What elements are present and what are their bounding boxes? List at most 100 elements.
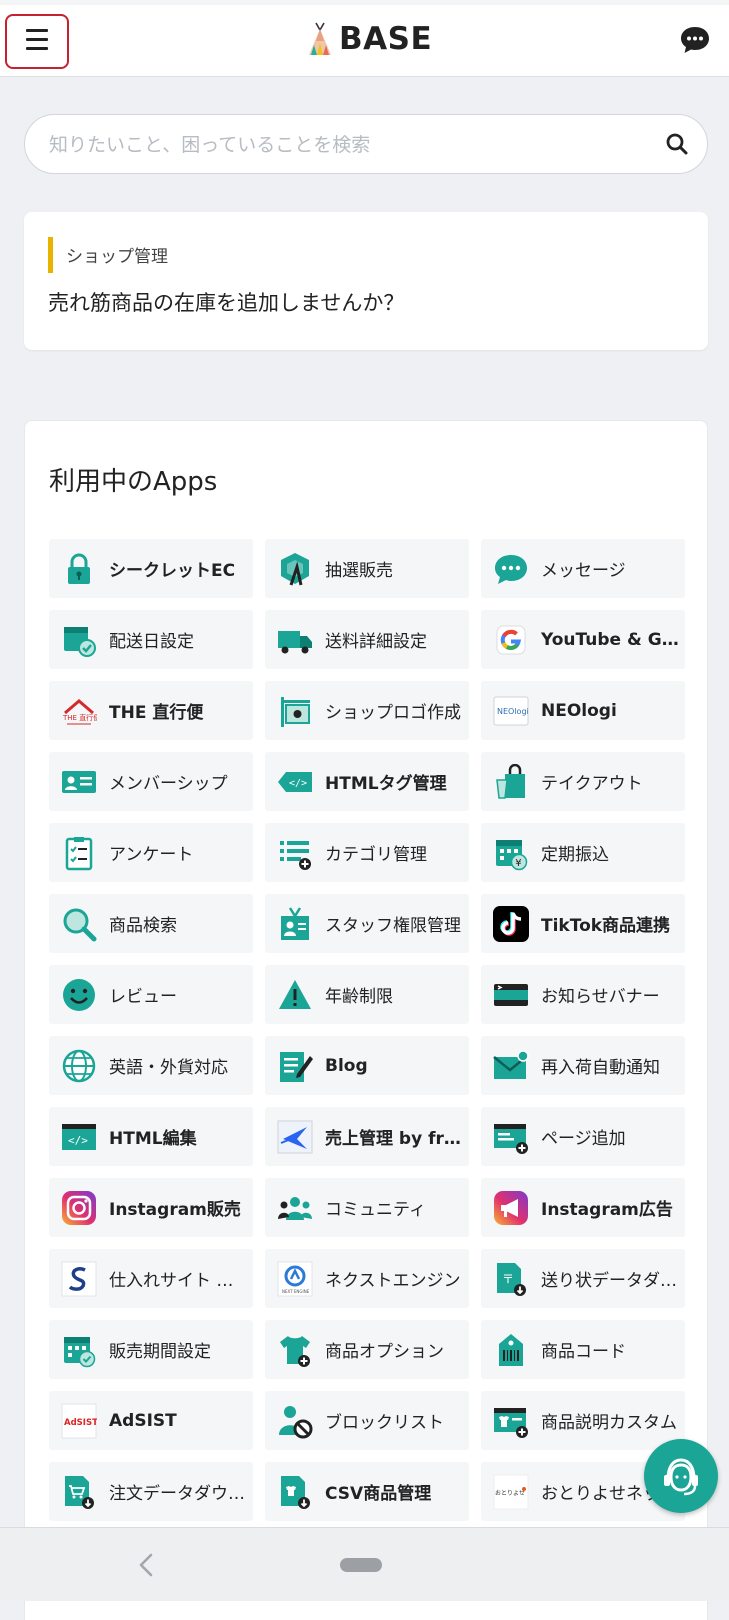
- app-tile[interactable]: ブロックリスト: [265, 1391, 469, 1450]
- app-tile-label: HTMLタグ管理: [325, 774, 447, 794]
- otoriyose-logo-icon: おとりよせ: [493, 1474, 529, 1510]
- description-custom-icon: [493, 1403, 529, 1439]
- home-pill-icon[interactable]: [340, 1558, 382, 1572]
- app-tile[interactable]: 販売期間設定: [49, 1320, 253, 1379]
- banner-icon: [493, 977, 529, 1013]
- app-tile-label: お知らせバナー: [541, 987, 660, 1007]
- app-tile[interactable]: 商品オプション: [265, 1320, 469, 1379]
- notice-card[interactable]: ショップ管理 売れ筋商品の在庫を追加しませんか？: [24, 212, 708, 350]
- support-chat-button[interactable]: [644, 1439, 718, 1513]
- app-tile-label: TikTok商品連携: [541, 916, 671, 936]
- base-logo[interactable]: BASE: [307, 19, 432, 59]
- app-tile[interactable]: 商品検索: [49, 894, 253, 953]
- app-tile[interactable]: メッセージ: [481, 539, 685, 598]
- signboard-icon: [277, 693, 313, 729]
- app-tile[interactable]: 仕入れサイト スーパーデリバリー: [49, 1249, 253, 1308]
- svg-text:〒: 〒: [502, 1272, 514, 1286]
- app-tile-label: THE 直行便: [109, 703, 204, 723]
- app-tile-label: 配送日設定: [109, 632, 194, 652]
- app-tile[interactable]: NEXT ENGINE ネクストエンジン: [265, 1249, 469, 1308]
- app-tile[interactable]: </> HTMLタグ管理: [265, 752, 469, 811]
- app-tile[interactable]: 抽選販売: [265, 539, 469, 598]
- app-tile-label: 再入荷自動通知: [541, 1058, 660, 1078]
- chat-bubble-icon[interactable]: [679, 25, 711, 55]
- logo-text: BASE: [339, 21, 433, 57]
- app-tile-label: ブロックリスト: [325, 1413, 444, 1433]
- order-download-icon: [61, 1474, 97, 1510]
- html-tag-icon: </>: [277, 764, 313, 800]
- google-icon: [493, 622, 529, 658]
- app-tile[interactable]: 注文データダウンロード: [49, 1462, 253, 1521]
- app-tile[interactable]: 〒 送り状データダウンロード: [481, 1249, 685, 1308]
- product-code-icon: [493, 1332, 529, 1368]
- app-tile[interactable]: TikTok商品連携: [481, 894, 685, 953]
- app-tile[interactable]: お知らせバナー: [481, 965, 685, 1024]
- add-page-icon: [493, 1119, 529, 1155]
- app-tile-label: 抽選販売: [325, 561, 393, 581]
- app-tile[interactable]: アンケート: [49, 823, 253, 882]
- category-icon: [277, 835, 313, 871]
- app-tile-label: 定期振込: [541, 845, 609, 865]
- app-tile[interactable]: THE 直行便 THE 直行便: [49, 681, 253, 740]
- takeout-icon: [493, 763, 529, 800]
- app-tile[interactable]: 配送日設定: [49, 610, 253, 669]
- app-tile-label: メッセージ: [541, 561, 626, 581]
- system-navigation-bar: [0, 1527, 729, 1601]
- app-tile[interactable]: ショップロゴ作成: [265, 681, 469, 740]
- app-tile-label: アンケート: [109, 845, 194, 865]
- mail-notify-icon: [493, 1048, 529, 1084]
- app-tile[interactable]: メンバーシップ: [49, 752, 253, 811]
- apps-grid: シークレットEC 抽選販売 メッセージ配送日設定 送料詳細設定 YouTube & Go…: [49, 539, 685, 1521]
- app-tile[interactable]: 送料詳細設定: [265, 610, 469, 669]
- app-tile[interactable]: コミュニティ: [265, 1178, 469, 1237]
- app-tile[interactable]: スタッフ権限管理: [265, 894, 469, 953]
- neologi-logo-icon: NEOlogi: [493, 693, 529, 729]
- svg-text:</>: </>: [68, 1134, 88, 1147]
- staff-icon: [277, 906, 313, 942]
- blog-icon: [277, 1048, 313, 1084]
- app-tile-label: Instagram広告: [541, 1200, 673, 1220]
- app-tile[interactable]: 再入荷自動通知: [481, 1036, 685, 1095]
- app-tile[interactable]: Instagram販売: [49, 1178, 253, 1237]
- app-tile[interactable]: </> HTML編集: [49, 1107, 253, 1166]
- app-tile-label: 商品検索: [109, 916, 177, 936]
- magnifier-icon: [61, 906, 97, 942]
- app-tile[interactable]: カテゴリ管理: [265, 823, 469, 882]
- app-header: BASE: [0, 0, 729, 77]
- app-tile-label: 販売期間設定: [109, 1342, 211, 1362]
- app-tile-label: CSV商品管理: [325, 1484, 432, 1504]
- app-tile[interactable]: Blog: [265, 1036, 469, 1095]
- superdelivery-logo-icon: [61, 1261, 97, 1297]
- back-chevron-icon[interactable]: [136, 1552, 156, 1578]
- help-search-box[interactable]: [24, 114, 708, 174]
- app-tile[interactable]: レビュー: [49, 965, 253, 1024]
- invoice-download-icon: 〒: [493, 1261, 529, 1297]
- globe-icon: [61, 1048, 97, 1084]
- app-tile[interactable]: テイクアウト: [481, 752, 685, 811]
- search-icon[interactable]: [665, 132, 689, 156]
- app-tile-label: ページ追加: [541, 1129, 626, 1149]
- app-tile-label: テイクアウト: [541, 774, 643, 794]
- app-tile[interactable]: AdSIST AdSIST: [49, 1391, 253, 1450]
- app-tile[interactable]: ¥ 定期振込: [481, 823, 685, 882]
- app-tile[interactable]: ページ追加: [481, 1107, 685, 1166]
- app-tile[interactable]: YouTube & Google: [481, 610, 685, 669]
- app-tile[interactable]: NEOlogi NEOlogi: [481, 681, 685, 740]
- app-tile-label: ショップロゴ作成: [325, 703, 461, 723]
- app-tile-label: 売上管理 by freee: [325, 1129, 469, 1149]
- app-tile[interactable]: CSV商品管理: [265, 1462, 469, 1521]
- menu-button[interactable]: [5, 14, 69, 69]
- search-input[interactable]: [47, 129, 631, 161]
- notice-title[interactable]: 売れ筋商品の在庫を追加しませんか？: [48, 287, 404, 317]
- apps-section-title: 利用中のApps: [49, 467, 218, 497]
- warning-icon: [277, 977, 313, 1013]
- app-tile-label: 送り状データダウンロード: [541, 1271, 685, 1291]
- app-tile-label: YouTube & Google: [541, 629, 685, 650]
- app-tile-label: 送料詳細設定: [325, 632, 427, 652]
- app-tile[interactable]: 商品コード: [481, 1320, 685, 1379]
- app-tile[interactable]: 売上管理 by freee: [265, 1107, 469, 1166]
- app-tile[interactable]: 英語・外貨対応: [49, 1036, 253, 1095]
- app-tile[interactable]: シークレットEC: [49, 539, 253, 598]
- app-tile[interactable]: 年齢制限: [265, 965, 469, 1024]
- app-tile[interactable]: Instagram広告: [481, 1178, 685, 1237]
